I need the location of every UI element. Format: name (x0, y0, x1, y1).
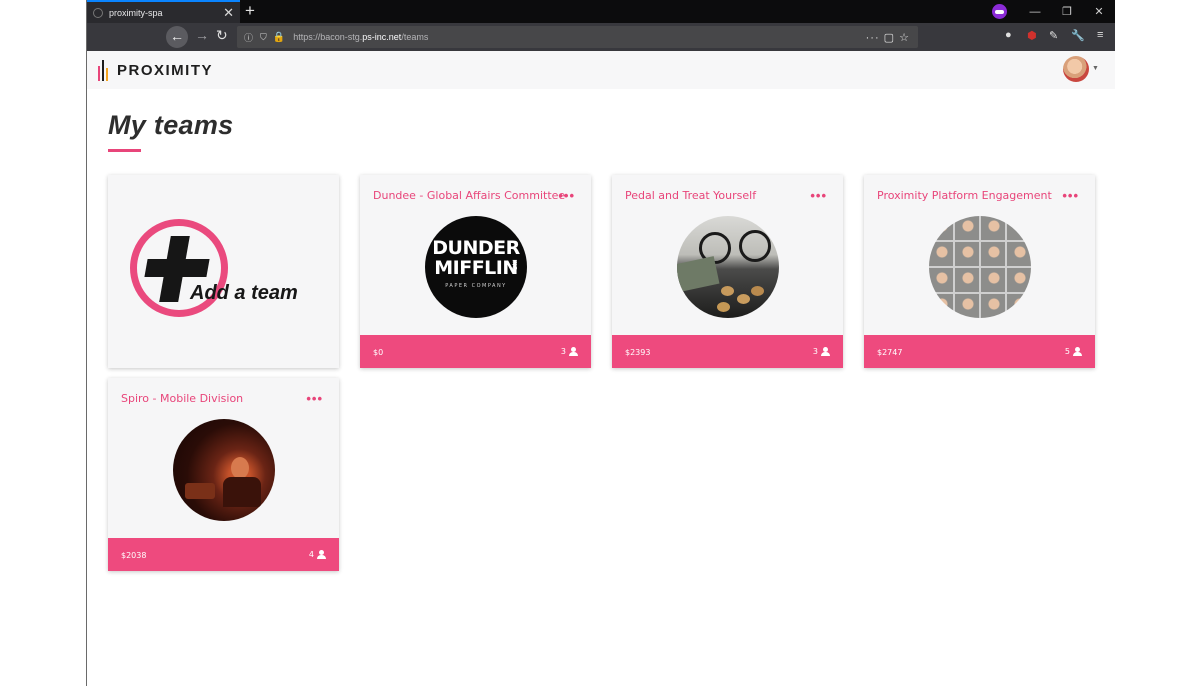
more-options-icon[interactable]: ••• (306, 392, 323, 405)
team-name[interactable]: Pedal and Treat Yourself (625, 189, 756, 202)
restore-button[interactable]: ❐ (1051, 5, 1083, 18)
person-icon (569, 347, 578, 356)
team-budget: $2747 (877, 348, 903, 357)
team-members: 4 (309, 550, 326, 559)
new-tab-button[interactable]: + (245, 1, 255, 21)
menu-icon[interactable]: ≡ (1097, 29, 1103, 41)
forward-button[interactable]: → (195, 27, 209, 43)
add-team-card[interactable]: Add a team (108, 175, 339, 368)
team-card-footer: $2038 4 (108, 538, 339, 571)
team-photo-grid (929, 216, 1031, 318)
person-icon (317, 550, 326, 559)
team-name[interactable]: Dundee - Global Affairs Committee (373, 189, 565, 202)
brand-logo[interactable]: PROXIMITY (98, 60, 213, 81)
app-header: PROXIMITY ▼ (87, 51, 1115, 89)
tab-bar: proximity-spa ✕ + — ❐ ✕ (87, 0, 1115, 23)
brand-name: PROXIMITY (117, 62, 214, 79)
chevron-down-icon[interactable]: ▼ (1092, 65, 1099, 72)
team-card-footer: $0 3 (360, 335, 591, 368)
page-title: My teams (108, 110, 234, 140)
navigation-bar: ← → ↻ ⓘ ⛉ 🔒 https://bacon-stg.ps-inc.net… (87, 23, 1115, 51)
team-logo: DUNDER MIFFLIN INC. PAPER COMPANY (425, 216, 527, 318)
team-name[interactable]: Proximity Platform Engagement (877, 189, 1052, 202)
team-card-footer: $2747 5 (864, 335, 1095, 368)
browser-tab[interactable]: proximity-spa ✕ (87, 0, 240, 23)
team-budget: $2038 (121, 551, 147, 560)
wrench-icon[interactable]: 🔧 (1071, 29, 1085, 42)
tab-title: proximity-spa (109, 7, 163, 18)
reload-button[interactable]: ↻ (216, 27, 228, 44)
more-options-icon[interactable]: ••• (558, 189, 575, 202)
page-actions-icon[interactable]: ··· ▢ ☆ (866, 31, 910, 44)
add-team-label: Add a team (190, 282, 298, 304)
favicon-icon (93, 7, 103, 18)
team-card[interactable]: Proximity Platform Engagement ••• $2747 … (864, 175, 1095, 368)
info-icon[interactable]: ⓘ (244, 31, 253, 44)
user-avatar[interactable] (1063, 56, 1089, 82)
team-budget: $2393 (625, 348, 651, 357)
more-options-icon[interactable]: ••• (810, 189, 827, 202)
team-card[interactable]: Dundee - Global Affairs Committee ••• DU… (360, 175, 591, 368)
logo-bars-icon (98, 60, 110, 81)
team-members: 3 (561, 347, 578, 356)
team-card-footer: $2393 3 (612, 335, 843, 368)
minimize-button[interactable]: — (1019, 6, 1051, 18)
close-window-button[interactable]: ✕ (1083, 5, 1115, 18)
person-icon (1073, 347, 1082, 356)
pen-icon[interactable]: ✎ (1049, 29, 1058, 42)
title-underline (108, 149, 141, 152)
team-photo (677, 216, 779, 318)
team-members: 5 (1065, 347, 1082, 356)
back-button[interactable]: ← (166, 26, 188, 48)
team-budget: $0 (373, 348, 384, 357)
close-tab-icon[interactable]: ✕ (223, 6, 234, 19)
extension-info-icon[interactable]: ● (1005, 29, 1012, 41)
team-card[interactable]: Spiro - Mobile Division ••• $2038 4 (108, 378, 339, 571)
address-bar[interactable]: ⓘ ⛉ 🔒 https://bacon-stg.ps-inc.net/teams… (237, 26, 918, 48)
url-text[interactable]: https://bacon-stg.ps-inc.net/teams (293, 32, 865, 42)
browser-window: proximity-spa ✕ + — ❐ ✕ ← → ↻ ⓘ ⛉ 🔒 http… (86, 0, 1115, 686)
team-name[interactable]: Spiro - Mobile Division (121, 392, 243, 405)
team-members: 3 (813, 347, 830, 356)
ublock-icon[interactable]: ⬢ (1027, 29, 1037, 42)
window-controls: — ❐ ✕ (992, 0, 1115, 23)
person-icon (821, 347, 830, 356)
shield-icon[interactable]: ⛉ (260, 32, 267, 43)
more-options-icon[interactable]: ••• (1062, 189, 1079, 202)
private-mask-icon[interactable] (992, 4, 1007, 19)
team-photo (173, 419, 275, 521)
lock-warning-icon[interactable]: 🔒 (273, 32, 285, 43)
team-card[interactable]: Pedal and Treat Yourself ••• $2393 3 (612, 175, 843, 368)
